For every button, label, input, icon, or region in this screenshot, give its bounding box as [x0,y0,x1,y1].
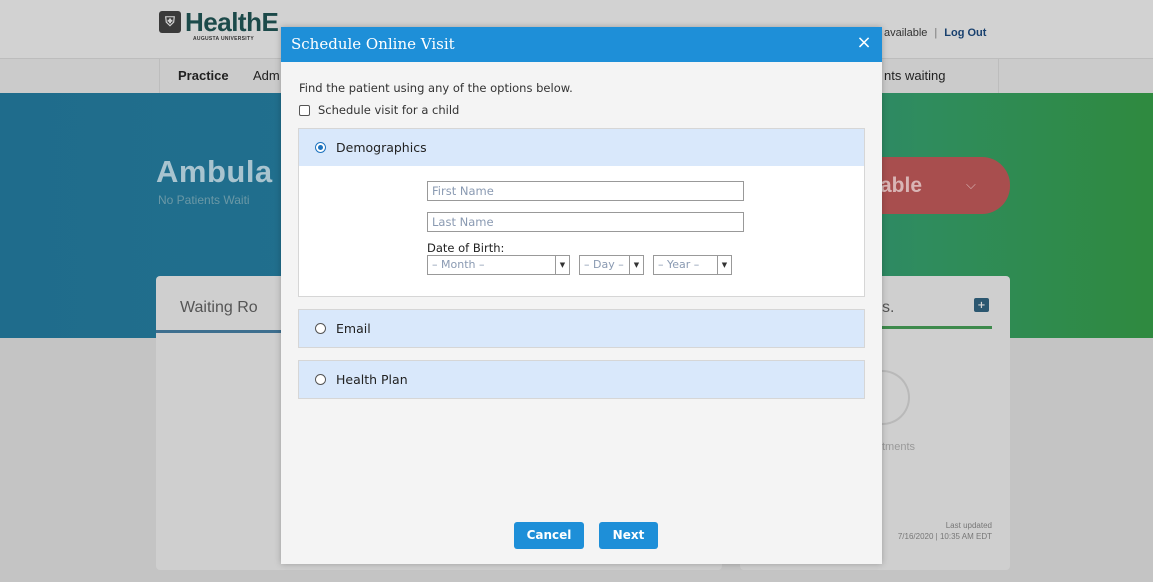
health-plan-label[interactable]: Health Plan [336,372,408,387]
last-name-input[interactable]: Last Name [427,212,744,232]
calendar-add-icon[interactable]: + [974,298,989,312]
appointments-title: s. [882,299,895,316]
demographics-panel: Demographics First Name Last Name Date o… [298,128,865,297]
demographics-option[interactable]: Demographics [299,129,864,166]
tab-underline [156,330,286,333]
next-button[interactable]: Next [599,522,658,549]
email-radio[interactable] [315,323,326,334]
modal-header: Schedule Online Visit × [281,27,882,62]
dob-label: Date of Birth: [427,241,505,255]
availability-label: able [880,174,923,197]
last-updated: Last updated 7/16/2020 | 10:35 AM EDT [880,520,992,542]
health-plan-option[interactable]: Health Plan [299,361,864,398]
schedule-child-label[interactable]: Schedule visit for a child [318,103,459,117]
last-updated-label: Last updated [945,521,992,530]
demographics-label[interactable]: Demographics [336,140,427,155]
demographics-radio[interactable] [315,142,326,153]
nav-practice[interactable]: Practice [178,68,229,83]
user-menu: available | Log Out [884,27,986,39]
email-label[interactable]: Email [336,321,371,336]
modal-title: Schedule Online Visit [291,35,455,53]
first-name-input[interactable]: First Name [427,181,744,201]
nav-admin[interactable]: Adm [253,68,280,83]
day-select-value: – Day – [584,258,624,271]
month-select-value: – Month – [432,258,485,271]
waiting-room-title: Waiting Ro [180,299,258,316]
schedule-online-visit-modal: Schedule Online Visit × Find the patient… [281,27,882,564]
email-panel: Email [298,309,865,348]
logout-link[interactable]: Log Out [944,27,986,39]
year-select-value: – Year – [658,258,700,271]
instructions-text: Find the patient using any of the option… [299,81,573,95]
dropdown-arrow-icon: ▼ [629,256,643,274]
nav-patients-waiting[interactable]: nts waiting [884,68,945,83]
logo-text: HealthE [185,7,279,37]
year-select[interactable]: – Year – ▼ [653,255,732,275]
separator: | [934,27,938,39]
dropdown-arrow-icon: ▼ [717,256,731,274]
cancel-button[interactable]: Cancel [514,522,584,549]
last-updated-value: 7/16/2020 | 10:35 AM EDT [897,532,992,541]
close-icon[interactable]: × [854,33,874,53]
clinic-title: Ambula [156,154,273,189]
logo-subtitle: AUGUSTA UNIVERSITY [193,36,254,42]
health-logo[interactable]: ⛨ HealthE AUGUSTA UNIVERSITY [159,7,279,42]
chevron-down-icon: ⌵ [966,178,976,193]
shield-icon: ⛨ [159,11,181,33]
patients-waiting-text: No Patients Waiti [158,193,250,207]
month-select[interactable]: – Month – ▼ [427,255,570,275]
schedule-child-checkbox[interactable] [299,104,310,116]
schedule-child-checkbox-row[interactable]: Schedule visit for a child [299,103,459,117]
tab-underline [882,326,992,329]
no-appointments-text: tments [882,441,916,453]
day-select[interactable]: – Day – ▼ [579,255,644,275]
dropdown-arrow-icon: ▼ [555,256,569,274]
health-plan-radio[interactable] [315,374,326,385]
email-option[interactable]: Email [299,310,864,347]
health-plan-panel: Health Plan [298,360,865,399]
availability-status: available [884,27,928,39]
